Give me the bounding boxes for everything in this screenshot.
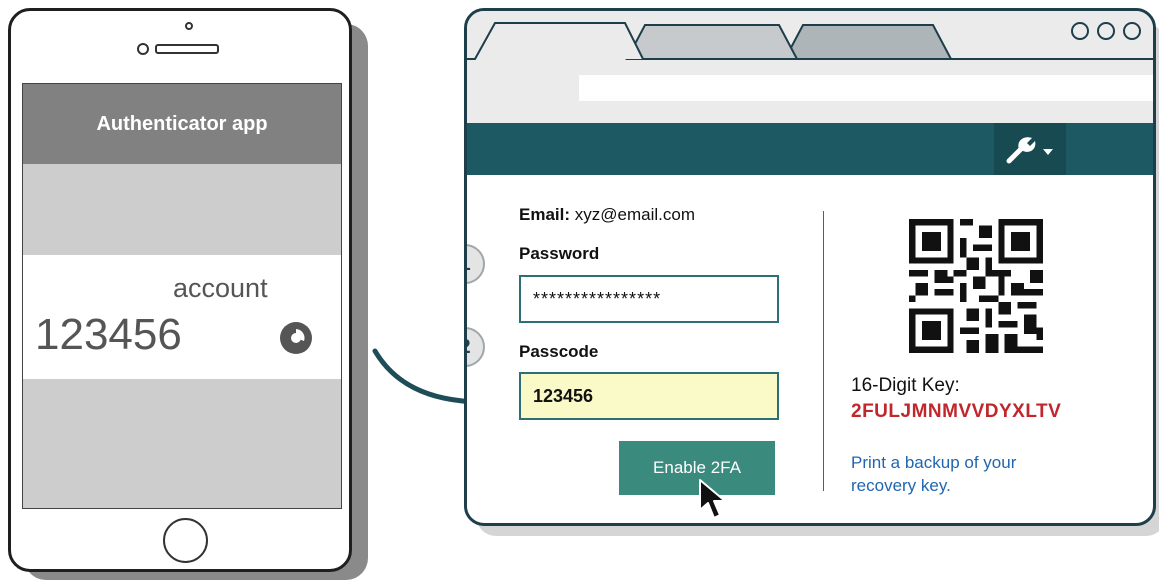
window-control-1[interactable]: [1071, 22, 1089, 40]
email-label: Email:: [519, 205, 571, 224]
app-title: Authenticator app: [96, 112, 268, 135]
browser-tabs: [467, 22, 1153, 60]
phone-camera: [185, 22, 193, 30]
app-header: Authenticator app: [23, 84, 341, 164]
password-label: Password: [519, 244, 600, 263]
window-control-2[interactable]: [1097, 22, 1115, 40]
browser-chrome: [467, 11, 1153, 123]
email-line: Email: xyz@email.com: [519, 205, 695, 225]
phone-sensor: [137, 43, 149, 55]
step-badge-2: 2: [467, 327, 485, 367]
browser-window: Email: xyz@email.com 1 Password 2 Passco…: [464, 8, 1156, 526]
email-value: xyz@email.com: [574, 205, 695, 224]
phone-speaker: [155, 44, 219, 54]
key-label: 16-Digit Key:: [851, 375, 960, 396]
phone: Authenticator app account 123456: [8, 8, 352, 572]
panel-divider: [823, 211, 824, 491]
totp-code: 123456: [35, 310, 182, 359]
qr-code-icon: [909, 219, 1043, 353]
phone-screen: Authenticator app account 123456: [22, 83, 342, 509]
enable-2fa-button[interactable]: Enable 2FA: [619, 441, 775, 495]
step-badge-1: 1: [467, 244, 485, 284]
window-control-3[interactable]: [1123, 22, 1141, 40]
password-field[interactable]: [519, 275, 779, 323]
print-backup-link[interactable]: Print a backup of your recovery key.: [851, 451, 1081, 497]
timer-icon: [280, 322, 312, 354]
account-label: account: [173, 273, 268, 303]
home-button[interactable]: [163, 518, 208, 563]
account-card[interactable]: account 123456: [23, 255, 341, 379]
settings-button[interactable]: [994, 123, 1066, 175]
address-bar[interactable]: [579, 75, 1153, 101]
toolbar: [467, 123, 1153, 175]
passcode-field[interactable]: [519, 372, 779, 420]
mouse-cursor-icon: [699, 479, 726, 519]
caret-down-icon: [1043, 149, 1053, 155]
key-value: 2FULJMNMVVDYXLTV: [851, 401, 1062, 422]
wrench-icon: [1006, 137, 1036, 164]
passcode-label: Passcode: [519, 342, 599, 361]
